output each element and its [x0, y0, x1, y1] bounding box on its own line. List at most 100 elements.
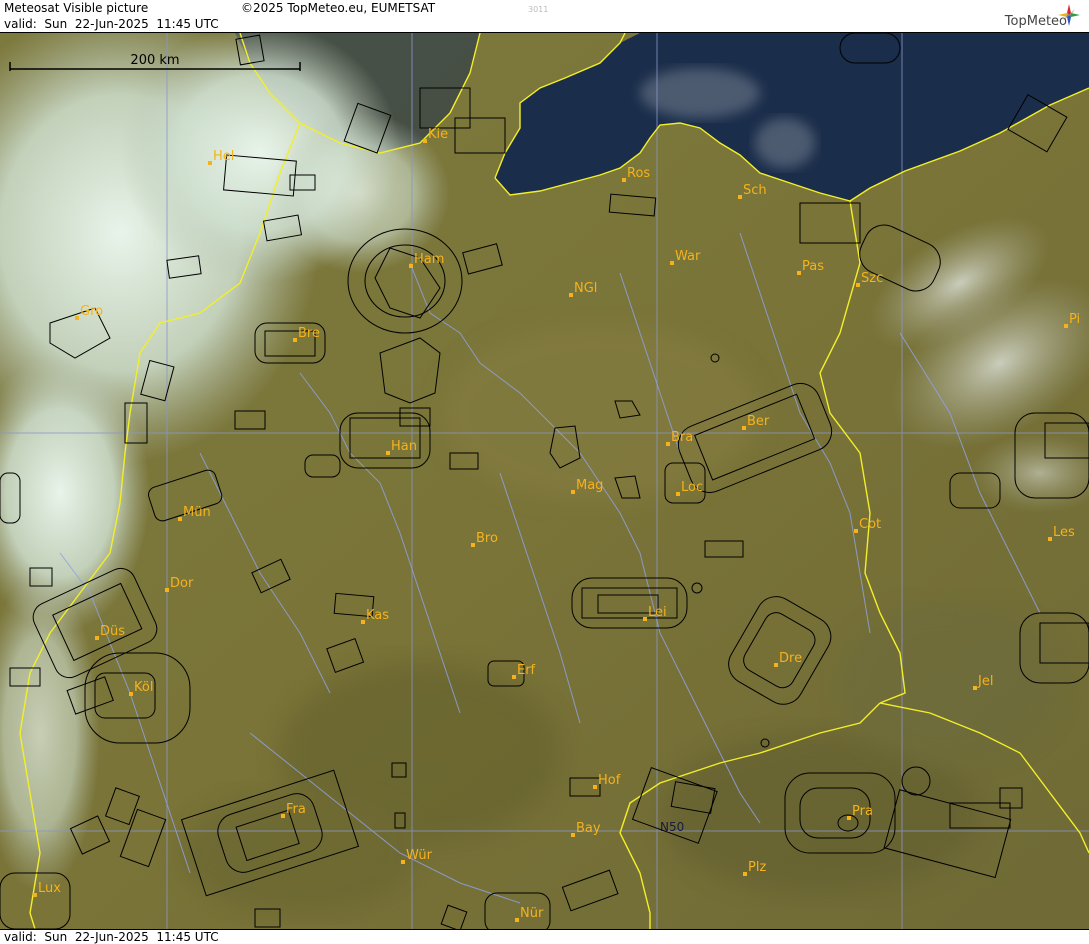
city-label: Hof [598, 773, 621, 788]
city-label: War [675, 249, 701, 264]
city-label: Mag [576, 478, 603, 493]
city-marker [738, 195, 742, 199]
city-label: Sch [743, 183, 767, 198]
city-marker [129, 692, 133, 696]
city-label: Bre [298, 326, 320, 341]
city-marker [670, 261, 674, 265]
city-sch[interactable]: Sch [738, 183, 767, 199]
city-marker [643, 617, 647, 621]
city-marker [423, 139, 427, 143]
city-ber[interactable]: Ber [742, 414, 770, 430]
city-label: Bay [576, 821, 601, 836]
city-war[interactable]: War [670, 249, 701, 265]
city-pas[interactable]: Pas [797, 259, 824, 275]
grid-label-n50: N50 [660, 820, 684, 834]
city-kas[interactable]: Kas [361, 608, 389, 624]
city-label: Hel [213, 149, 234, 164]
city-mag[interactable]: Mag [571, 478, 603, 494]
city-marker [774, 663, 778, 667]
city-label: Loc [681, 480, 703, 495]
map-frame: Meteosat Visible picture ©2025 TopMeteo.… [0, 0, 1089, 944]
city-marker [569, 293, 573, 297]
city-marker [1064, 324, 1068, 328]
city-label: Erf [517, 663, 536, 678]
city-label: Ber [747, 414, 770, 429]
city-hof[interactable]: Hof [593, 773, 621, 789]
city-marker [361, 620, 365, 624]
city-label: Mün [183, 505, 211, 520]
city-gro[interactable]: Gro [75, 304, 103, 320]
city-label: Köl [134, 680, 153, 695]
city-label: Pi [1069, 312, 1080, 327]
city-label: Wür [406, 848, 433, 863]
header-bar: Meteosat Visible picture ©2025 TopMeteo.… [0, 0, 1089, 33]
city-ros[interactable]: Ros [622, 166, 650, 182]
city-marker [515, 918, 519, 922]
city-bro[interactable]: Bro [471, 531, 498, 547]
city-marker [75, 316, 79, 320]
city-mün[interactable]: Mün [178, 505, 211, 521]
city-marker [165, 588, 169, 592]
city-dre[interactable]: Dre [774, 651, 802, 667]
scale-label: 200 km [130, 53, 179, 68]
city-düs[interactable]: Düs [95, 624, 125, 640]
city-label: Gro [80, 304, 103, 319]
city-marker [293, 338, 297, 342]
city-marker [742, 426, 746, 430]
city-label: Han [391, 439, 417, 454]
copyright-text: ©2025 TopMeteo.eu, EUMETSAT [241, 1, 436, 15]
city-marker [797, 271, 801, 275]
city-marker [856, 283, 860, 287]
city-loc[interactable]: Loc [676, 480, 703, 496]
city-label: Les [1053, 525, 1075, 540]
city-marker [208, 161, 212, 165]
compass-star-icon [1058, 4, 1080, 26]
city-marker [281, 814, 285, 818]
city-label: Ros [627, 166, 650, 181]
city-label: Szc [861, 271, 883, 286]
city-les[interactable]: Les [1048, 525, 1075, 541]
city-marker [1048, 537, 1052, 541]
city-han[interactable]: Han [386, 439, 417, 455]
city-marker [847, 816, 851, 820]
city-wür[interactable]: Wür [401, 848, 433, 864]
product-title: Meteosat Visible picture [4, 1, 149, 15]
city-marker [854, 529, 858, 533]
image-code: 3011 [528, 5, 549, 14]
city-marker [973, 686, 977, 690]
city-bre[interactable]: Bre [293, 326, 320, 342]
footer-bar: valid: Sun 22-Jun-2025 11:45 UTC [0, 929, 1089, 944]
city-label: Kie [428, 127, 448, 142]
city-bra[interactable]: Bra [666, 430, 693, 446]
city-marker [743, 872, 747, 876]
city-marker [666, 442, 670, 446]
city-marker [593, 785, 597, 789]
city-label: Jel [977, 674, 993, 689]
city-label: Kas [366, 608, 389, 623]
city-marker [676, 492, 680, 496]
city-marker [95, 636, 99, 640]
city-marker [471, 543, 475, 547]
city-marker [33, 893, 37, 897]
satellite-map[interactable]: N50 200 km HelKieRosSchHam WarPasSzcNGlG… [0, 33, 1089, 929]
city-lux[interactable]: Lux [33, 881, 61, 897]
city-cot[interactable]: Cot [854, 517, 881, 533]
city-bay[interactable]: Bay [571, 821, 601, 837]
city-marker [386, 451, 390, 455]
city-label: Bra [671, 430, 693, 445]
city-ngl[interactable]: NGl [569, 281, 597, 297]
city-label: Pra [852, 804, 873, 819]
city-nür[interactable]: Nür [515, 906, 544, 922]
city-ham[interactable]: Ham [409, 252, 444, 268]
city-dor[interactable]: Dor [165, 576, 194, 592]
valid-time: valid: Sun 22-Jun-2025 11:45 UTC [4, 17, 219, 31]
city-label: Cot [859, 517, 881, 532]
city-label: Düs [100, 624, 125, 639]
city-label: Lux [38, 881, 61, 896]
city-label: Fra [286, 802, 306, 817]
city-szc[interactable]: Szc [856, 271, 883, 287]
footer-valid-time: valid: Sun 22-Jun-2025 11:45 UTC [4, 930, 219, 944]
city-label: Dor [170, 576, 194, 591]
city-marker [178, 517, 182, 521]
city-label: Nür [520, 906, 544, 921]
